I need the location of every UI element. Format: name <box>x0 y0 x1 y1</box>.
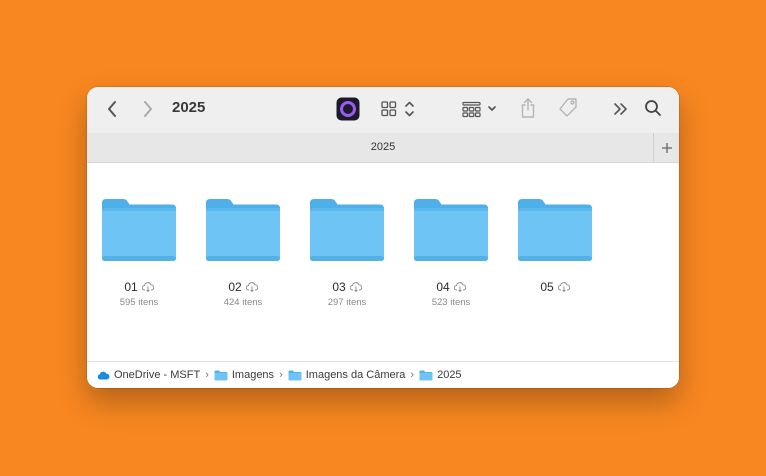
share-button[interactable] <box>517 96 539 120</box>
back-button[interactable] <box>101 98 123 120</box>
path-label: 2025 <box>437 369 462 381</box>
search-icon <box>645 100 661 116</box>
folder-icon <box>419 370 433 380</box>
view-mode-button[interactable] <box>379 98 419 120</box>
folder-icon <box>414 199 488 261</box>
path-bar: OneDrive - MSFT › Imagens › Imagens da C… <box>87 361 679 388</box>
folder-item-count: 595 itens <box>119 297 159 308</box>
path-label: OneDrive - MSFT <box>114 369 201 381</box>
folder-item-02[interactable]: 02 424 itens <box>191 195 295 309</box>
app-icon <box>336 97 360 121</box>
plus-icon <box>661 142 672 153</box>
path-crumb-onedrive[interactable]: OneDrive - MSFT <box>97 369 200 381</box>
cloud-download-icon <box>245 282 258 292</box>
share-icon <box>521 98 535 118</box>
path-crumb-imagens[interactable]: Imagens <box>214 369 274 381</box>
cloud-download-icon <box>141 282 154 292</box>
more-button[interactable] <box>610 98 632 120</box>
folder-item-01[interactable]: 01 595 itens <box>87 195 191 309</box>
folder-icon <box>206 199 280 261</box>
app-button[interactable] <box>336 97 360 121</box>
back-icon <box>108 101 116 117</box>
new-tab-button[interactable] <box>653 133 679 162</box>
toolbar: 2025 <box>87 87 679 133</box>
group-button[interactable] <box>461 98 501 120</box>
cloud-download-icon <box>557 282 570 292</box>
finder-window: 2025 2025 01 595 itens 02 424 itens 03 2… <box>87 87 679 388</box>
folder-icon <box>102 199 176 261</box>
folder-icon <box>310 199 384 261</box>
folder-name: 02 <box>228 280 242 294</box>
window-title: 2025 <box>172 99 206 116</box>
forward-icon <box>144 101 152 117</box>
folder-item-05[interactable]: 05 <box>503 195 607 297</box>
folder-icon <box>214 370 228 380</box>
path-crumb-imagens-da-camera[interactable]: Imagens da Câmera <box>288 369 406 381</box>
folder-icon <box>518 199 592 261</box>
folder-item-count: 424 itens <box>223 297 263 308</box>
tab-bar: 2025 <box>87 133 679 163</box>
path-label: Imagens da Câmera <box>305 369 406 381</box>
group-icon <box>462 101 496 118</box>
folder-item-03[interactable]: 03 297 itens <box>295 195 399 309</box>
search-button[interactable] <box>642 97 664 119</box>
forward-button[interactable] <box>137 98 159 120</box>
onedrive-cloud-icon <box>97 371 110 379</box>
more-icon <box>614 103 627 115</box>
path-separator: › <box>410 369 415 381</box>
folder-item-count: 297 itens <box>327 297 367 308</box>
file-area: 01 595 itens 02 424 itens 03 297 itens 0… <box>87 163 679 361</box>
tag-icon <box>559 98 577 117</box>
tab-2025[interactable]: 2025 <box>87 133 679 162</box>
folder-icon <box>288 370 302 380</box>
folder-item-04[interactable]: 04 523 itens <box>399 195 503 309</box>
cloud-download-icon <box>453 282 466 292</box>
folder-name: 04 <box>436 280 450 294</box>
path-label: Imagens <box>231 369 275 381</box>
folder-item-count: 523 itens <box>431 297 471 308</box>
folder-name: 01 <box>124 280 138 294</box>
view-grid-icon <box>381 101 414 117</box>
path-separator: › <box>279 369 283 381</box>
cloud-download-icon <box>349 282 362 292</box>
path-separator: › <box>205 369 209 381</box>
path-crumb-2025[interactable]: 2025 <box>419 369 462 381</box>
tag-button[interactable] <box>556 96 580 120</box>
folder-name: 05 <box>540 280 554 294</box>
folder-name: 03 <box>332 280 346 294</box>
